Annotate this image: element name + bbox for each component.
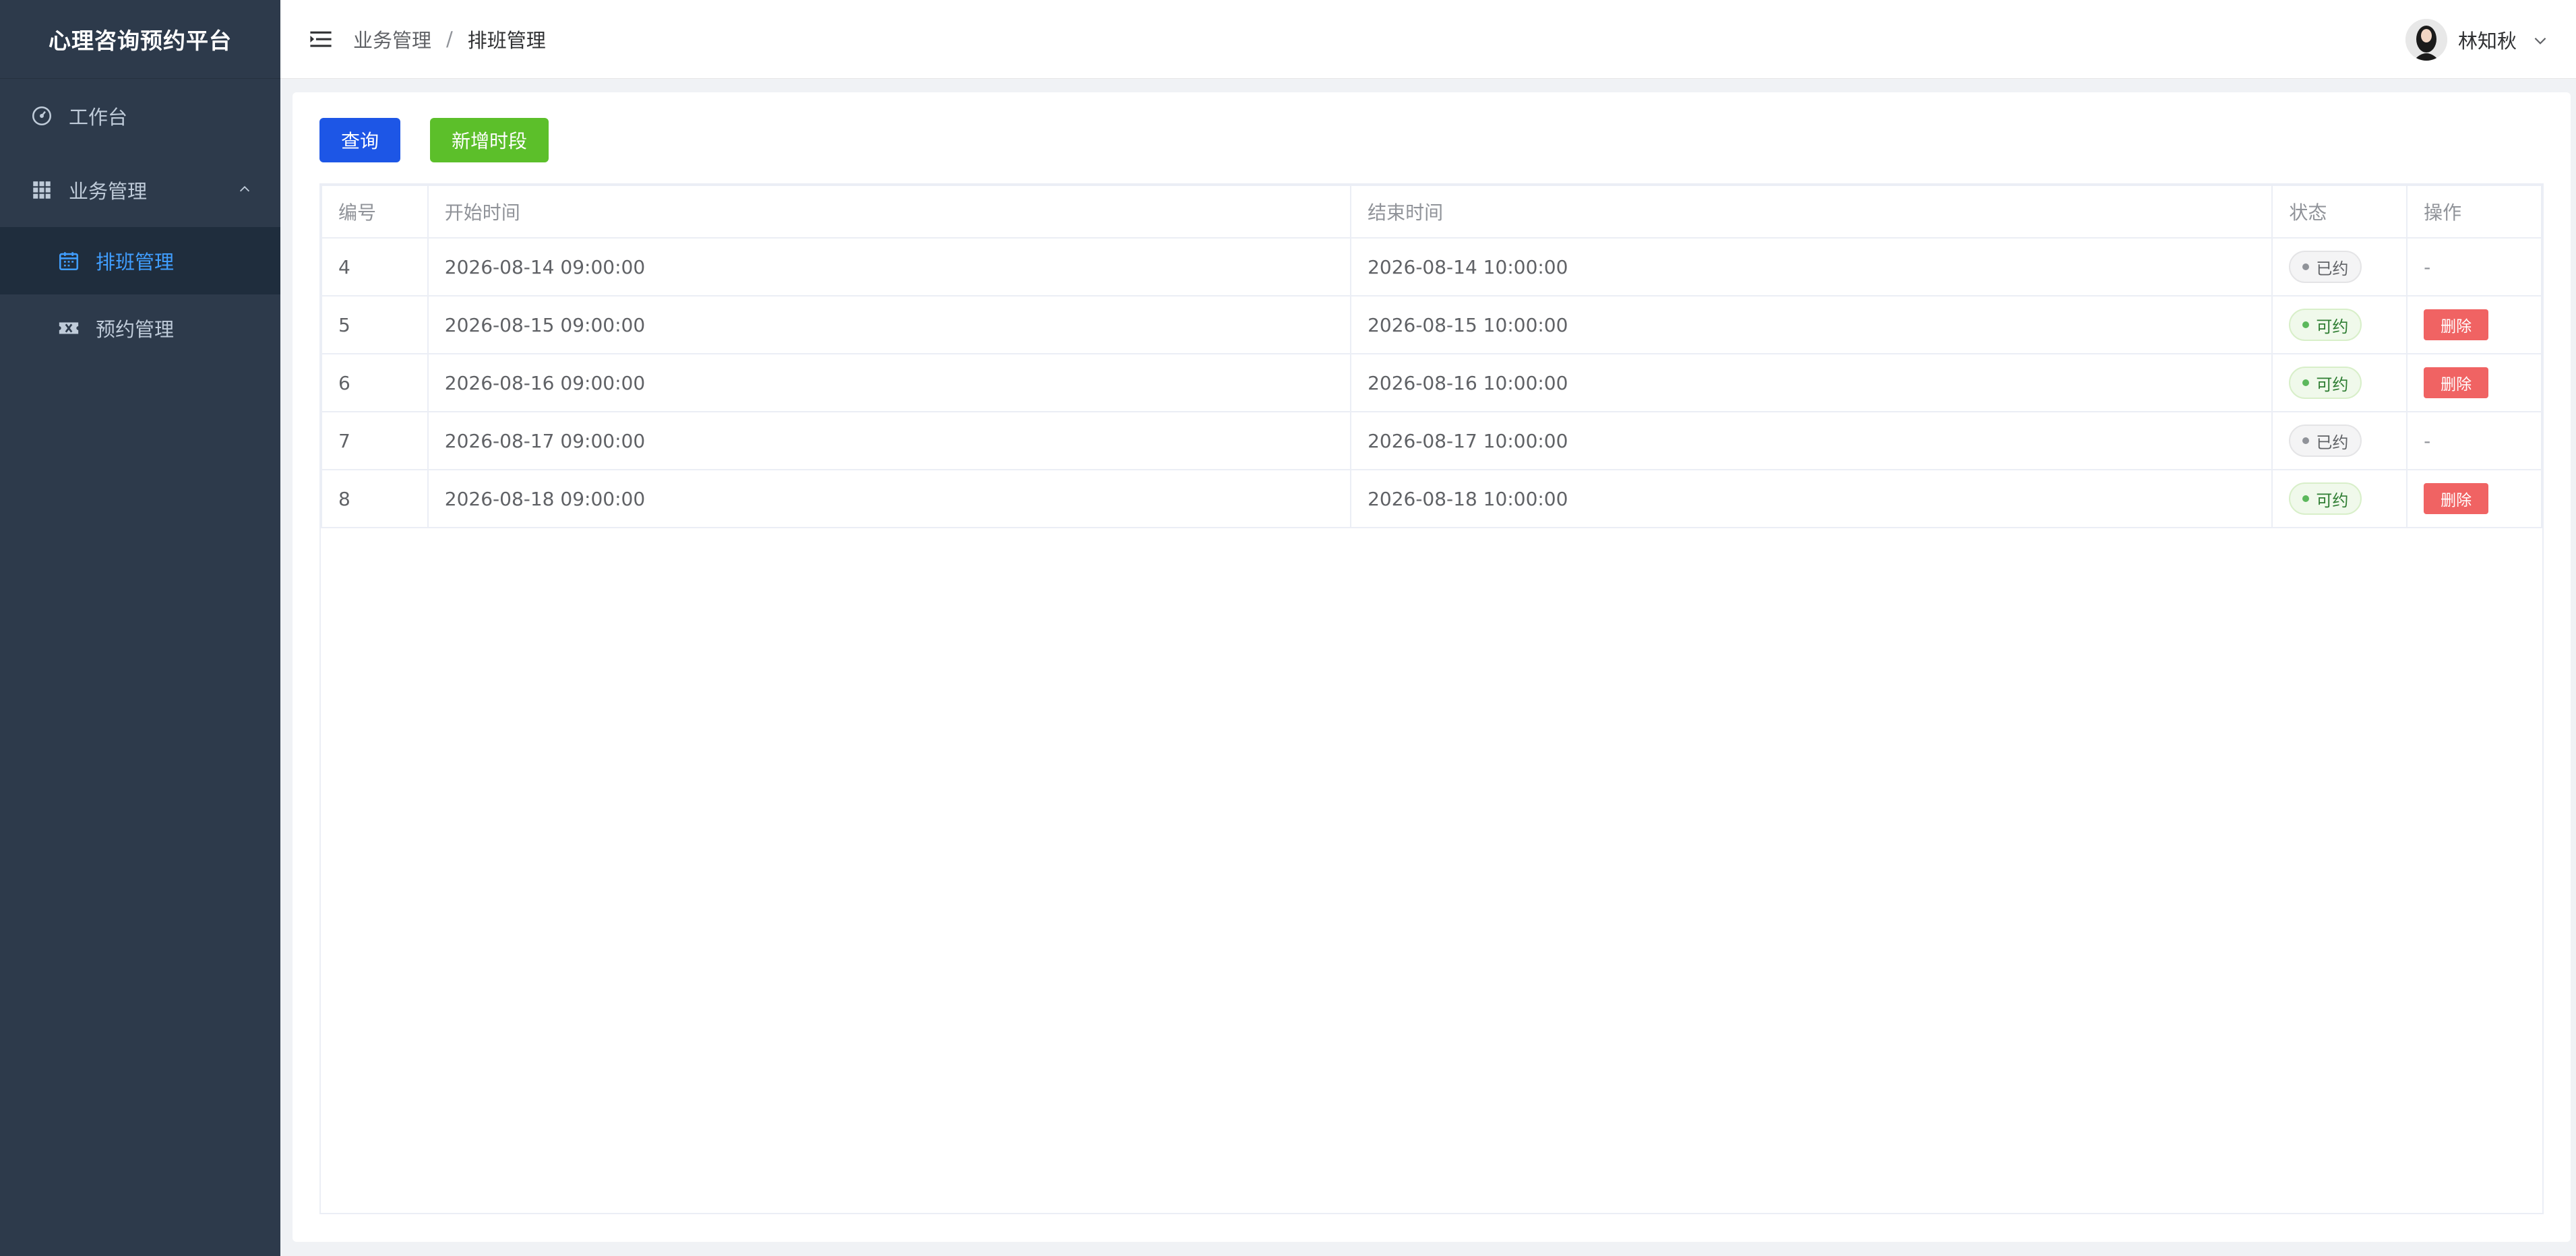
status-dot bbox=[2302, 321, 2310, 328]
delete-button[interactable]: 删除 bbox=[2424, 309, 2489, 340]
cell-end: 2026-08-17 10:00:00 bbox=[1350, 411, 2273, 470]
cell-status: 已约 bbox=[2271, 237, 2408, 296]
schedule-table: 编号 开始时间 结束时间 状态 操作 4 2026-08-14 09:00:00… bbox=[319, 183, 2544, 1214]
cell-actions: 删除 bbox=[2406, 353, 2542, 412]
submenu-business: 排班管理 预约管理 bbox=[0, 227, 280, 362]
status-badge: 可约 bbox=[2289, 309, 2362, 341]
status-dot bbox=[2302, 263, 2310, 270]
sidebar-item-schedule[interactable]: 排班管理 bbox=[0, 227, 280, 294]
cell-start: 2026-08-16 09:00:00 bbox=[427, 353, 1352, 412]
no-action-text: - bbox=[2424, 255, 2431, 278]
sidebar-item-label: 工作台 bbox=[69, 106, 128, 129]
status-badge: 已约 bbox=[2289, 425, 2362, 457]
column-header-start: 开始时间 bbox=[427, 185, 1352, 239]
table-row: 7 2026-08-17 09:00:00 2026-08-17 10:00:0… bbox=[321, 411, 2542, 470]
cell-status: 可约 bbox=[2271, 469, 2408, 528]
sidebar-item-label: 业务管理 bbox=[69, 180, 148, 203]
user-menu[interactable]: 林知秋 bbox=[2405, 0, 2549, 79]
chevron-up-icon bbox=[237, 179, 252, 201]
status-dot bbox=[2302, 437, 2310, 444]
status-badge: 可约 bbox=[2289, 367, 2362, 399]
breadcrumb-separator: / bbox=[446, 28, 453, 51]
top-header: 业务管理 / 排班管理 林知秋 bbox=[280, 0, 2576, 79]
cell-actions: 删除 bbox=[2406, 295, 2542, 354]
cell-start: 2026-08-14 09:00:00 bbox=[427, 237, 1352, 296]
column-header-id: 编号 bbox=[321, 185, 429, 239]
grid-icon bbox=[30, 178, 54, 202]
app-root: 心理咨询预约平台 工作台 业务管理 排班管理 预约管理 业务管理 / 排班管理 … bbox=[0, 0, 2576, 1256]
cell-id: 5 bbox=[321, 295, 429, 354]
column-header-end: 结束时间 bbox=[1350, 185, 2273, 239]
status-dot bbox=[2302, 495, 2310, 502]
delete-button[interactable]: 删除 bbox=[2424, 367, 2489, 398]
status-text: 可约 bbox=[2316, 375, 2349, 394]
cell-end: 2026-08-16 10:00:00 bbox=[1350, 353, 2273, 412]
breadcrumb-item-schedule: 排班管理 bbox=[467, 29, 546, 52]
status-text: 可约 bbox=[2316, 491, 2349, 510]
sidebar-item-appointments[interactable]: 预约管理 bbox=[0, 294, 280, 362]
cell-actions: - bbox=[2406, 411, 2542, 470]
status-badge: 可约 bbox=[2289, 482, 2362, 515]
table-row: 6 2026-08-16 09:00:00 2026-08-16 10:00:0… bbox=[321, 353, 2542, 412]
content-card: 查询 新增时段 编号 开始时间 结束时间 状态 操作 4 2026-08-14 … bbox=[293, 92, 2571, 1242]
table-row: 5 2026-08-15 09:00:00 2026-08-15 10:00:0… bbox=[321, 295, 2542, 354]
menu-toggle-icon[interactable] bbox=[307, 26, 334, 53]
column-header-actions: 操作 bbox=[2406, 185, 2542, 239]
sidebar-item-label: 预约管理 bbox=[96, 318, 175, 341]
column-header-status: 状态 bbox=[2271, 185, 2408, 239]
no-action-text: - bbox=[2424, 429, 2431, 452]
cell-id: 8 bbox=[321, 469, 429, 528]
cell-status: 可约 bbox=[2271, 295, 2408, 354]
cell-status: 已约 bbox=[2271, 411, 2408, 470]
cell-start: 2026-08-17 09:00:00 bbox=[427, 411, 1352, 470]
ticket-icon bbox=[57, 316, 81, 340]
cell-status: 可约 bbox=[2271, 353, 2408, 412]
cell-end: 2026-08-18 10:00:00 bbox=[1350, 469, 2273, 528]
sidebar-item-business[interactable]: 业务管理 bbox=[0, 153, 280, 227]
user-name: 林知秋 bbox=[2457, 29, 2517, 53]
add-slot-button[interactable]: 新增时段 bbox=[430, 118, 549, 162]
breadcrumb-item-business[interactable]: 业务管理 bbox=[353, 25, 431, 53]
sidebar-item-label: 排班管理 bbox=[96, 251, 175, 274]
calendar-icon bbox=[57, 249, 81, 273]
delete-button[interactable]: 删除 bbox=[2424, 483, 2489, 514]
cell-id: 6 bbox=[321, 353, 429, 412]
sidebar-item-dashboard[interactable]: 工作台 bbox=[0, 79, 280, 153]
status-text: 已约 bbox=[2316, 259, 2349, 278]
avatar[interactable] bbox=[2405, 18, 2447, 61]
toolbar: 查询 新增时段 bbox=[319, 118, 549, 162]
cell-start: 2026-08-18 09:00:00 bbox=[427, 469, 1352, 528]
status-dot bbox=[2302, 379, 2310, 386]
cell-end: 2026-08-14 10:00:00 bbox=[1350, 237, 2273, 296]
sidebar: 心理咨询预约平台 工作台 业务管理 排班管理 预约管理 bbox=[0, 0, 280, 1256]
status-text: 已约 bbox=[2316, 433, 2349, 452]
breadcrumb: 业务管理 / 排班管理 bbox=[353, 25, 546, 53]
cell-id: 4 bbox=[321, 237, 429, 296]
status-badge: 已约 bbox=[2289, 251, 2362, 283]
cell-start: 2026-08-15 09:00:00 bbox=[427, 295, 1352, 354]
cell-actions: - bbox=[2406, 237, 2542, 296]
query-button[interactable]: 查询 bbox=[319, 118, 400, 162]
table-row: 4 2026-08-14 09:00:00 2026-08-14 10:00:0… bbox=[321, 237, 2542, 296]
chevron-down-icon[interactable] bbox=[2532, 31, 2549, 49]
status-text: 可约 bbox=[2316, 317, 2349, 336]
dashboard-icon bbox=[30, 104, 54, 128]
table-header-row: 编号 开始时间 结束时间 状态 操作 bbox=[321, 185, 2542, 239]
cell-id: 7 bbox=[321, 411, 429, 470]
cell-actions: 删除 bbox=[2406, 469, 2542, 528]
table-row: 8 2026-08-18 09:00:00 2026-08-18 10:00:0… bbox=[321, 469, 2542, 528]
app-title: 心理咨询预约平台 bbox=[0, 0, 280, 79]
cell-end: 2026-08-15 10:00:00 bbox=[1350, 295, 2273, 354]
